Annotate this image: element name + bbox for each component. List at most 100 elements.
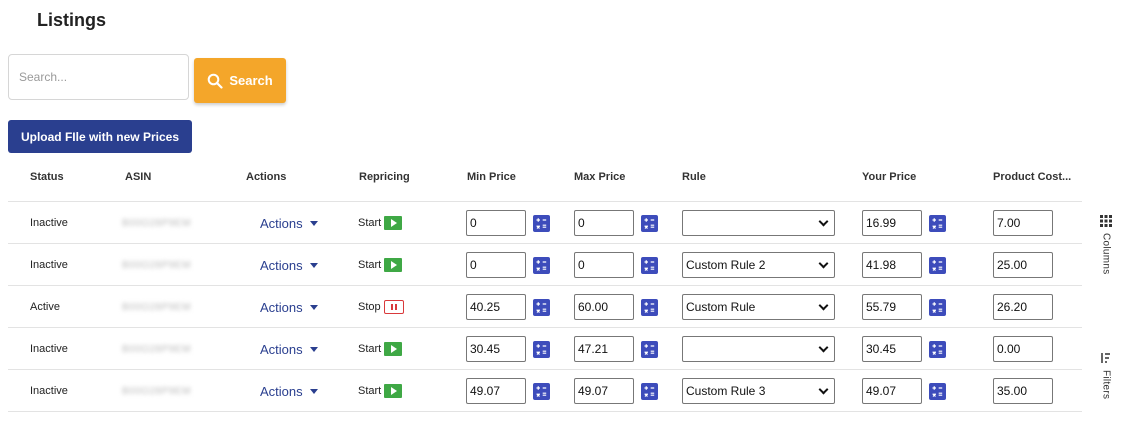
header-max-price[interactable]: Max Price: [574, 171, 625, 183]
caret-down-icon: [309, 304, 318, 310]
calculator-icon[interactable]: [533, 256, 550, 274]
rule-value: Custom Rule 3: [686, 384, 766, 398]
header-your-price[interactable]: Your Price: [862, 171, 916, 183]
header-rule[interactable]: Rule: [682, 171, 706, 183]
header-status[interactable]: Status: [30, 171, 64, 183]
upload-prices-button[interactable]: Upload FIle with new Prices: [8, 120, 192, 153]
calculator-icon[interactable]: [641, 214, 658, 232]
table-row: Active B00O28P9EM Actions Stop Custom Ru…: [8, 286, 1082, 328]
stop-repricing-button[interactable]: [383, 300, 404, 314]
repricing-label: Start: [358, 259, 382, 271]
calculator-icon[interactable]: [929, 298, 946, 316]
max-price-input[interactable]: [574, 378, 634, 404]
table-row: Inactive B00O28P9EM Actions Start: [8, 328, 1082, 370]
calculator-icon[interactable]: [641, 298, 658, 316]
max-price-input[interactable]: [574, 210, 634, 236]
table-row: Inactive B00O28P9EM Actions Start: [8, 202, 1082, 244]
chevron-down-icon: [818, 342, 829, 352]
chevron-down-icon: [818, 216, 829, 226]
calculator-icon[interactable]: [533, 298, 550, 316]
header-min-price[interactable]: Min Price: [467, 171, 516, 183]
actions-label: Actions: [260, 215, 303, 231]
rule-select[interactable]: Custom Rule 3: [682, 378, 835, 404]
actions-dropdown[interactable]: Actions: [260, 258, 318, 273]
table-row: Inactive B00O28P9EM Actions Start Custom…: [8, 244, 1082, 286]
calculator-icon[interactable]: [929, 382, 946, 400]
columns-panel-toggle[interactable]: Columns: [1100, 215, 1112, 275]
rule-value: Custom Rule 2: [686, 258, 766, 272]
status-cell: Inactive: [30, 385, 68, 397]
max-price-input[interactable]: [574, 336, 634, 362]
rule-select[interactable]: Custom Rule 2: [682, 252, 835, 278]
filters-label: Filters: [1100, 370, 1112, 400]
actions-dropdown[interactable]: Actions: [260, 300, 318, 315]
calculator-icon[interactable]: [533, 214, 550, 232]
calculator-icon[interactable]: [929, 340, 946, 358]
header-product-cost[interactable]: Product Cost...: [993, 171, 1071, 183]
search-button[interactable]: Search: [194, 58, 286, 103]
search-button-label: Search: [229, 73, 273, 88]
calculator-icon[interactable]: [641, 256, 658, 274]
play-icon: [390, 387, 397, 395]
product-cost-input[interactable]: [993, 378, 1053, 404]
calculator-icon[interactable]: [929, 256, 946, 274]
chevron-down-icon: [818, 258, 829, 268]
start-repricing-button[interactable]: [384, 384, 403, 398]
your-price-input[interactable]: [862, 294, 922, 320]
play-icon: [390, 345, 397, 353]
min-price-input[interactable]: [466, 378, 526, 404]
caret-down-icon: [309, 220, 318, 226]
product-cost-input[interactable]: [993, 336, 1053, 362]
rule-select[interactable]: [682, 210, 835, 236]
header-actions[interactable]: Actions: [246, 171, 286, 183]
calculator-icon[interactable]: [533, 340, 550, 358]
calculator-icon[interactable]: [641, 382, 658, 400]
asin-cell: B00O28P9EM: [122, 217, 191, 229]
header-asin[interactable]: ASIN: [125, 171, 151, 183]
calculator-icon[interactable]: [641, 340, 658, 358]
start-repricing-button[interactable]: [384, 216, 403, 230]
repricing-label: Start: [358, 217, 382, 229]
min-price-input[interactable]: [466, 336, 526, 362]
start-repricing-button[interactable]: [384, 258, 403, 272]
product-cost-input[interactable]: [993, 294, 1053, 320]
page-title: Listings: [37, 10, 107, 30]
filters-panel-toggle[interactable]: Filters: [1100, 352, 1112, 399]
min-price-input[interactable]: [466, 294, 526, 320]
actions-dropdown[interactable]: Actions: [260, 342, 318, 357]
actions-dropdown[interactable]: Actions: [260, 384, 318, 399]
min-price-input[interactable]: [466, 252, 526, 278]
actions-label: Actions: [260, 383, 303, 399]
product-cost-input[interactable]: [993, 252, 1053, 278]
actions-label: Actions: [260, 299, 303, 315]
actions-dropdown[interactable]: Actions: [260, 216, 318, 231]
your-price-input[interactable]: [862, 210, 922, 236]
search-icon: [208, 73, 223, 89]
status-cell: Inactive: [30, 217, 68, 229]
caret-down-icon: [309, 388, 318, 394]
caret-down-icon: [309, 262, 318, 268]
start-repricing-button[interactable]: [384, 342, 403, 356]
calculator-icon[interactable]: [929, 214, 946, 232]
chevron-down-icon: [818, 300, 829, 310]
rule-select[interactable]: Custom Rule: [682, 294, 835, 320]
max-price-input[interactable]: [574, 294, 634, 320]
your-price-input[interactable]: [862, 336, 922, 362]
grid-icon: [1100, 215, 1112, 227]
asin-cell: B00O28P9EM: [122, 385, 191, 397]
rule-select[interactable]: [682, 336, 835, 362]
search-input[interactable]: [8, 54, 189, 100]
header-repricing[interactable]: Repricing: [359, 171, 410, 183]
product-cost-input[interactable]: [993, 210, 1053, 236]
listings-table: Status ASIN Actions Repricing Min Price …: [8, 160, 1082, 412]
your-price-input[interactable]: [862, 378, 922, 404]
calculator-icon[interactable]: [533, 382, 550, 400]
your-price-input[interactable]: [862, 252, 922, 278]
max-price-input[interactable]: [574, 252, 634, 278]
min-price-input[interactable]: [466, 210, 526, 236]
columns-label: Columns: [1100, 233, 1112, 275]
repricing-label: Start: [358, 343, 382, 355]
rule-value: Custom Rule: [686, 300, 756, 314]
caret-down-icon: [309, 346, 318, 352]
asin-cell: B00O28P9EM: [122, 343, 191, 355]
